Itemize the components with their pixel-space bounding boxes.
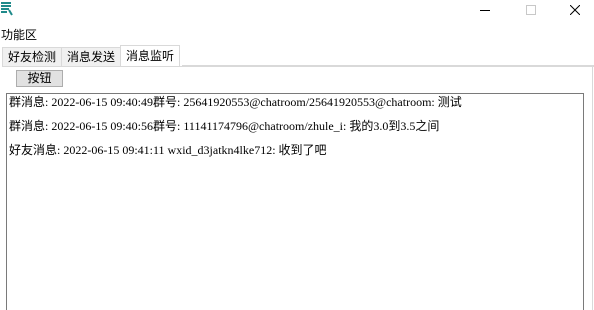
- menu-area-label: 功能区: [1, 28, 38, 42]
- message-log-textbox[interactable]: 群消息: 2022-06-15 09:40:49群号: 25641920553@…: [6, 93, 584, 310]
- log-line: 群消息: 2022-06-15 09:40:56群号: 11141174796@…: [9, 119, 440, 133]
- app-icon: [0, 1, 13, 16]
- close-icon: [570, 5, 580, 15]
- tab-message-send[interactable]: 消息发送: [61, 47, 122, 66]
- maximize-icon: [526, 5, 536, 15]
- tab-friend-check[interactable]: 好友检测: [2, 47, 63, 66]
- tab-strip: 好友检测 消息发送 消息监听: [2, 45, 181, 66]
- title-bar[interactable]: [0, 0, 594, 20]
- log-line: 群消息: 2022-06-15 09:40:49群号: 25641920553@…: [9, 95, 462, 109]
- close-button[interactable]: [552, 0, 594, 20]
- minimize-icon: [480, 5, 490, 15]
- log-line: 好友消息: 2022-06-15 09:41:11 wxid_d3jatkn4l…: [9, 143, 327, 157]
- maximize-button[interactable]: [508, 0, 554, 20]
- tab-message-listen[interactable]: 消息监听: [120, 45, 181, 66]
- minimize-button[interactable]: [462, 0, 508, 20]
- app-window: 功能区 好友检测 消息发送 消息监听 按钮 群消息: 2022-06-15 09…: [0, 0, 594, 310]
- panel-right-border: [592, 66, 593, 310]
- action-button[interactable]: 按钮: [16, 70, 63, 87]
